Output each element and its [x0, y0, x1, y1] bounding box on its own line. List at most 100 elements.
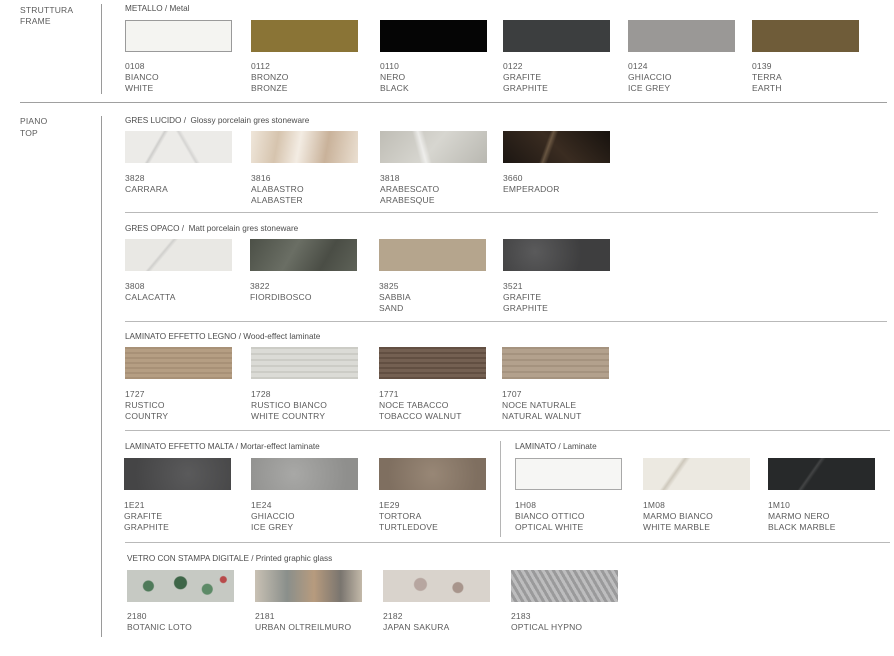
swatch-3828 — [125, 131, 232, 163]
swatch-it-2181: URBAN OLTREILMURO — [255, 622, 352, 632]
swatch-label-2182: 2182 JAPAN SAKURA — [383, 611, 449, 633]
swatch-it-1E24: GHIACCIO — [251, 511, 295, 521]
swatch-code-1M08: 1M08 — [643, 500, 666, 510]
swatch-it-1E29: TORTORA — [379, 511, 422, 521]
swatch-code-0110: 0110 — [380, 61, 400, 71]
swatch-code-3660: 3660 — [503, 173, 523, 183]
swatch-en-3521: GRAPHITE — [503, 303, 549, 313]
swatch-label-3808: 3808 CALACATTA — [125, 281, 176, 303]
swatch-code-2183: 2183 — [511, 611, 531, 621]
frame-label-en: FRAME — [20, 16, 51, 26]
metal-header-it: METALLO — [125, 4, 163, 13]
matt-header-en: Matt porcelain gres stoneware — [188, 224, 299, 233]
glossy-header-en: Glossy porcelain gres stoneware — [190, 116, 310, 125]
wood-header-it: LAMINATO EFFETTO LEGNO — [125, 332, 237, 341]
swatch-code-1H08: 1H08 — [515, 500, 537, 510]
laminate-divider — [500, 441, 501, 537]
swatch-0110 — [380, 20, 487, 52]
swatch-it-1H08: BIANCO OTTICO — [515, 511, 585, 521]
swatch-label-3660: 3660 EMPERADOR — [503, 173, 560, 195]
swatch-code-1728: 1728 — [251, 389, 271, 399]
swatch-it-3825: SABBIA — [379, 292, 411, 302]
mortar-separator — [125, 542, 890, 543]
swatch-en-1727: COUNTRY — [125, 411, 169, 421]
swatch-label-2180: 2180 BOTANIC LOTO — [127, 611, 192, 633]
swatch-it-0108: BIANCO — [125, 72, 159, 82]
swatch-code-0108: 0108 — [125, 61, 145, 71]
swatch-0139 — [752, 20, 859, 52]
swatch-2181 — [255, 570, 362, 602]
swatch-it-3808: CALACATTA — [125, 292, 176, 302]
mortar-header-it: LAMINATO EFFETTO MALTA — [125, 442, 234, 451]
frame-label-it: STRUTTURA — [20, 5, 74, 15]
swatch-it-0110: NERO — [380, 72, 406, 82]
swatch-code-1M10: 1M10 — [768, 500, 791, 510]
swatch-en-1M10: BLACK MARBLE — [768, 522, 836, 532]
swatch-code-3521: 3521 — [503, 281, 523, 291]
swatch-code-3822: 3822 — [250, 281, 270, 291]
laminate-header-en: Laminate — [562, 442, 597, 451]
swatch-it-0112: BRONZO — [251, 72, 289, 82]
swatch-code-2180: 2180 — [127, 611, 147, 621]
swatch-en-1M08: WHITE MARBLE — [643, 522, 711, 532]
swatch-3825 — [379, 239, 486, 271]
swatch-0122 — [503, 20, 610, 52]
swatch-3660 — [503, 131, 610, 163]
frame-divider — [101, 4, 102, 94]
swatch-en-0108: WHITE — [125, 83, 154, 93]
swatch-it-1M10: MARMO NERO — [768, 511, 830, 521]
metal-header-en: Metal — [169, 4, 190, 13]
swatch-label-1E21: 1E21 GRAFITE GRAPHITE — [124, 500, 169, 533]
swatch-3818 — [380, 131, 487, 163]
swatch-en-3818: ARABESQUE — [380, 195, 435, 205]
group-header-metal: METALLO / Metal — [125, 4, 190, 13]
glass-header-it: VETRO CON STAMPA DIGITALE — [127, 554, 249, 563]
swatch-label-1E29: 1E29 TORTORA TURTLEDOVE — [379, 500, 438, 533]
group-header-matt: GRES OPACO / Matt porcelain gres stonewa… — [125, 224, 299, 233]
swatch-label-0122: 0122 GRAFITE GRAPHITE — [503, 61, 548, 94]
swatch-code-1727: 1727 — [125, 389, 145, 399]
swatch-en-1E24: ICE GREY — [251, 522, 294, 532]
wood-separator — [125, 430, 890, 431]
swatch-3521 — [503, 239, 610, 271]
swatch-0124 — [628, 20, 735, 52]
glossy-header-it: GRES LUCIDO — [125, 116, 182, 125]
matt-header-it: GRES OPACO — [125, 224, 180, 233]
swatch-label-0108: 0108 BIANCO WHITE — [125, 61, 159, 94]
group-header-mortar: LAMINATO EFFETTO MALTA / Mortar-effect l… — [125, 442, 320, 451]
swatch-en-1771: TOBACCO WALNUT — [379, 411, 462, 421]
swatch-it-1E21: GRAFITE — [124, 511, 163, 521]
swatch-en-3816: ALABASTER — [251, 195, 303, 205]
swatch-en-1E29: TURTLEDOVE — [379, 522, 438, 532]
group-header-glossy: GRES LUCIDO / Glossy porcelain gres ston… — [125, 116, 310, 125]
swatch-code-3818: 3818 — [380, 173, 400, 183]
swatch-code-1E21: 1E21 — [124, 500, 145, 510]
swatch-label-0110: 0110 NERO BLACK — [380, 61, 409, 94]
swatch-code-0124: 0124 — [628, 61, 648, 71]
swatch-label-3825: 3825 SABBIA SAND — [379, 281, 411, 314]
swatch-code-1E29: 1E29 — [379, 500, 400, 510]
swatch-en-1728: WHITE COUNTRY — [251, 411, 326, 421]
swatch-0112 — [251, 20, 358, 52]
matt-separator — [125, 321, 887, 322]
swatch-label-1H08: 1H08 BIANCO OTTICO OPTICAL WHITE — [515, 500, 585, 533]
swatch-1M10 — [768, 458, 875, 490]
swatch-label-1E24: 1E24 GHIACCIO ICE GREY — [251, 500, 295, 533]
top-label-en: TOP — [20, 128, 38, 138]
top-label-it: PIANO — [20, 116, 48, 126]
glass-header-en: Printed graphic glass — [255, 554, 333, 563]
wood-header-en: Wood-effect laminate — [243, 332, 321, 341]
swatch-it-3660: EMPERADOR — [503, 184, 560, 194]
swatch-label-0139: 0139 TERRA EARTH — [752, 61, 782, 94]
swatch-3822 — [250, 239, 357, 271]
swatch-it-1707: NOCE NATURALE — [502, 400, 577, 410]
swatch-it-2180: BOTANIC LOTO — [127, 622, 192, 632]
laminate-header-it: LAMINATO — [515, 442, 557, 451]
group-header-laminate: LAMINATO / Laminate — [515, 442, 597, 451]
swatch-label-3816: 3816 ALABASTRO ALABASTER — [251, 173, 304, 206]
swatch-it-0139: TERRA — [752, 72, 782, 82]
swatch-1728 — [251, 347, 358, 379]
group-header-glass: VETRO CON STAMPA DIGITALE / Printed grap… — [127, 554, 333, 563]
swatch-label-1M10: 1M10 MARMO NERO BLACK MARBLE — [768, 500, 836, 533]
swatch-label-1771: 1771 NOCE TABACCO TOBACCO WALNUT — [379, 389, 462, 422]
